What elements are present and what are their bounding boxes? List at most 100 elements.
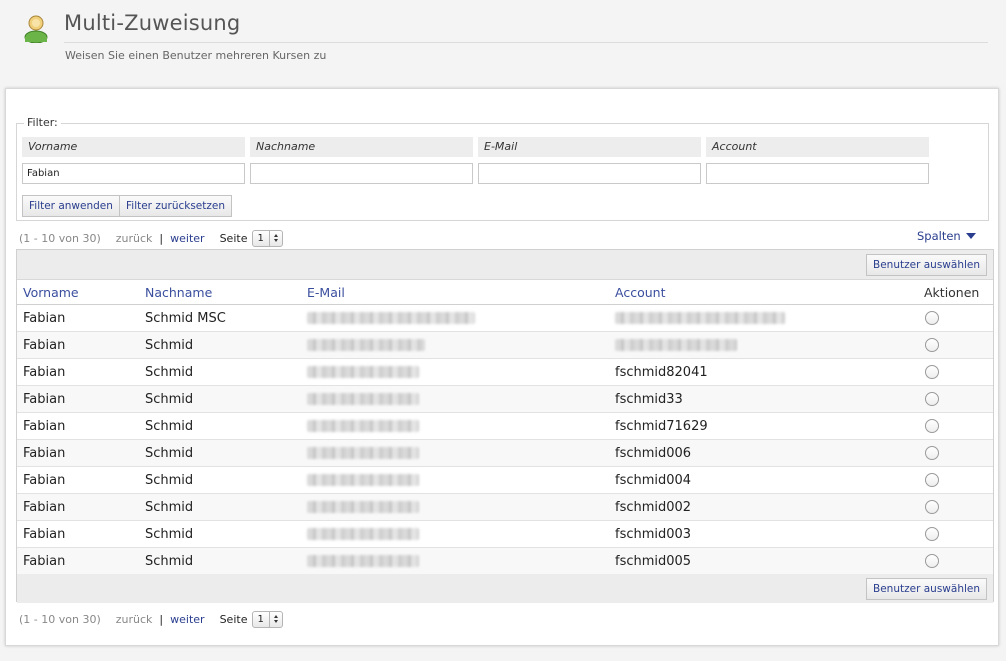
select-radio[interactable] (925, 527, 939, 541)
next-page-link[interactable]: weiter (170, 613, 204, 626)
select-radio[interactable] (925, 419, 939, 433)
pagination-range: (1 - 10 von 30) (19, 231, 101, 245)
cell-vorname: Fabian (23, 500, 66, 515)
redacted-email (307, 339, 425, 351)
page-select-value: 1 (257, 613, 264, 625)
page-select[interactable]: 1 (252, 610, 283, 628)
cell-account: fschmid003 (615, 527, 692, 542)
filter-nachname-input[interactable] (250, 163, 473, 184)
cell-account: fschmid71629 (615, 419, 708, 434)
prev-page-link[interactable]: zurück (116, 613, 153, 626)
filter-email-input[interactable] (478, 163, 701, 184)
filter-vorname-input[interactable] (22, 163, 245, 184)
filter-box: Filter: Vorname Nachname E-Mail Account … (16, 116, 989, 221)
select-radio[interactable] (925, 311, 939, 325)
cell-account: fschmid82041 (615, 365, 708, 380)
select-radio[interactable] (925, 500, 939, 514)
redacted-email (307, 474, 419, 486)
table-row: Fabian Schmid fschmid71629 (17, 413, 993, 440)
cell-nachname: Schmid (145, 554, 194, 569)
select-radio[interactable] (925, 338, 939, 352)
cell-vorname: Fabian (23, 473, 66, 488)
select-radio[interactable] (925, 473, 939, 487)
redacted-email (307, 420, 419, 432)
cell-vorname: Fabian (23, 446, 66, 461)
select-radio[interactable] (925, 554, 939, 568)
cell-nachname: Schmid (145, 419, 194, 434)
redacted-email (307, 366, 419, 378)
user-icon (24, 15, 48, 43)
select-radio[interactable] (925, 365, 939, 379)
cell-account: fschmid002 (615, 500, 692, 515)
stepper-arrows-icon (268, 611, 282, 627)
filter-label-email: E-Mail (478, 137, 701, 157)
table-row: Fabian Schmid (17, 332, 993, 359)
cell-account: fschmid004 (615, 473, 692, 488)
page-select-value: 1 (257, 232, 264, 244)
prev-page-link[interactable]: zurück (116, 232, 153, 245)
filter-label-nachname: Nachname (250, 137, 473, 157)
filter-legend: Filter: (24, 116, 61, 129)
cell-vorname: Fabian (23, 365, 66, 380)
redacted-account (615, 339, 737, 351)
cell-vorname: Fabian (23, 527, 66, 542)
table-header: Vorname Nachname E-Mail Account Aktionen (17, 279, 993, 305)
redacted-email (307, 447, 419, 459)
caret-down-icon (965, 233, 976, 239)
reset-filter-button[interactable]: Filter zurücksetzen (119, 195, 233, 217)
redacted-email (307, 528, 419, 540)
select-users-button-bottom[interactable]: Benutzer auswählen (866, 578, 987, 600)
cell-vorname: Fabian (23, 392, 66, 407)
filter-label-account: Account (706, 137, 929, 157)
table-toolbar-bottom: Benutzer auswählen (17, 574, 993, 603)
pagination-separator: | (159, 231, 164, 245)
table-row: Fabian Schmid fschmid006 (17, 440, 993, 467)
page-select[interactable]: 1 (252, 229, 283, 247)
cell-nachname: Schmid (145, 500, 194, 515)
cell-nachname: Schmid (145, 527, 194, 542)
page-title: Multi-Zuweisung (64, 11, 241, 35)
apply-filter-button[interactable]: Filter anwenden (22, 195, 120, 217)
col-header-nachname[interactable]: Nachname (145, 285, 212, 300)
page-label: Seite (219, 231, 248, 245)
cell-nachname: Schmid MSC (145, 311, 226, 326)
stepper-arrows-icon (268, 230, 282, 246)
columns-toggle[interactable]: Spalten (917, 229, 976, 243)
redacted-email (307, 393, 419, 405)
table-toolbar-top: Benutzer auswählen (17, 250, 993, 279)
select-radio[interactable] (925, 392, 939, 406)
table-row: Fabian Schmid fschmid002 (17, 494, 993, 521)
select-users-button-top[interactable]: Benutzer auswählen (866, 254, 987, 276)
cell-account: fschmid33 (615, 392, 683, 407)
cell-vorname: Fabian (23, 311, 66, 326)
next-page-link[interactable]: weiter (170, 232, 204, 245)
cell-nachname: Schmid (145, 338, 194, 353)
col-header-email[interactable]: E-Mail (307, 285, 345, 300)
cell-nachname: Schmid (145, 392, 194, 407)
redacted-email (307, 555, 419, 567)
cell-vorname: Fabian (23, 554, 66, 569)
cell-account: fschmid005 (615, 554, 692, 569)
table-row: Fabian Schmid MSC (17, 305, 993, 332)
cell-vorname: Fabian (23, 338, 66, 353)
col-header-aktionen: Aktionen (924, 285, 980, 300)
cell-nachname: Schmid (145, 473, 194, 488)
pagination-top: (1 - 10 von 30) zurück | weiter Seite 1 (19, 229, 283, 247)
filter-account-input[interactable] (706, 163, 929, 184)
table-row: Fabian Schmid fschmid004 (17, 467, 993, 494)
table-row: Fabian Schmid fschmid005 (17, 548, 993, 575)
table-row: Fabian Schmid fschmid33 (17, 386, 993, 413)
col-header-vorname[interactable]: Vorname (23, 285, 79, 300)
cell-nachname: Schmid (145, 365, 194, 380)
page-subtitle: Weisen Sie einen Benutzer mehreren Kurse… (65, 49, 327, 62)
title-divider (64, 42, 988, 43)
cell-nachname: Schmid (145, 446, 194, 461)
pagination-bottom: (1 - 10 von 30) zurück | weiter Seite 1 (19, 610, 283, 628)
col-header-account[interactable]: Account (615, 285, 665, 300)
pagination-separator: | (159, 612, 164, 626)
cell-account: fschmid006 (615, 446, 692, 461)
page-label: Seite (219, 612, 248, 626)
cell-vorname: Fabian (23, 419, 66, 434)
select-radio[interactable] (925, 446, 939, 460)
filter-label-vorname: Vorname (22, 137, 245, 157)
